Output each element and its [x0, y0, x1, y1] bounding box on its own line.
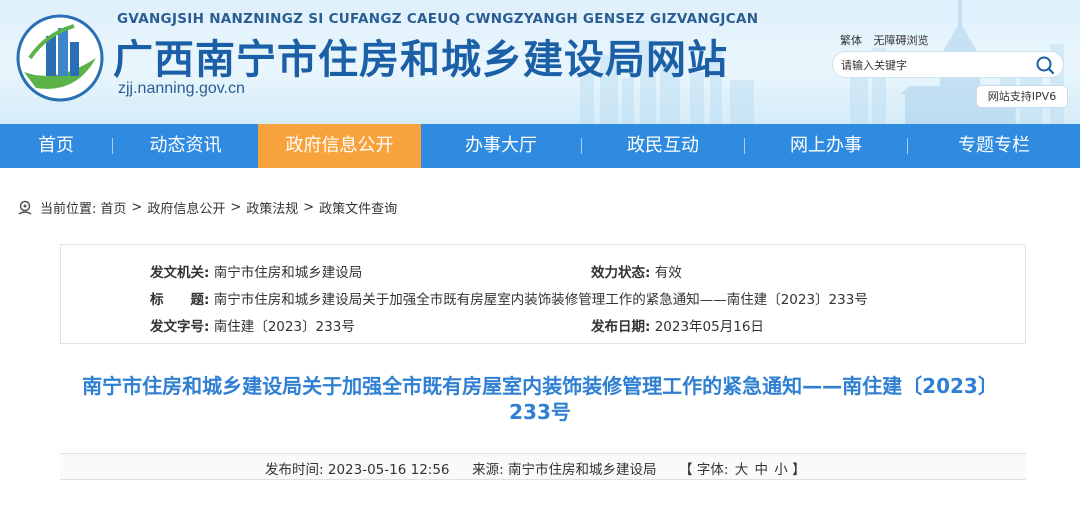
nav-item-gov-info[interactable]: 政府信息公开: [258, 124, 421, 168]
title-label: 标 题:: [150, 292, 210, 308]
article-title-line2: 233号: [509, 400, 571, 424]
accessible-browse-link[interactable]: 无障碍浏览: [874, 34, 929, 47]
location-pin-icon: [18, 200, 32, 215]
nav-item-home[interactable]: 首页: [0, 124, 112, 168]
status-label: 效力状态:: [591, 265, 651, 281]
nav-item-interaction[interactable]: 政民互动: [582, 124, 744, 168]
search-box: [832, 51, 1064, 78]
site-title: 广西南宁市住房和城乡建设局网站: [113, 37, 728, 83]
title-value: 南宁市住房和城乡建设局关于加强全市既有房屋室内装饰装修管理工作的紧急通知——南住…: [213, 292, 868, 308]
nav-item-news[interactable]: 动态资讯: [113, 124, 258, 168]
site-header: GVANGJSIH NANZNINGZ SI CUFANGZ CAEUQ CWN…: [0, 0, 1080, 124]
nav-item-special-topics[interactable]: 专题专栏: [908, 124, 1080, 168]
article-title-line1: 南宁市住房和城乡建设局关于加强全市既有房屋室内装饰装修管理工作的紧急通知——南住…: [82, 374, 998, 398]
nav-item-online-service[interactable]: 网上办事: [745, 124, 907, 168]
breadcrumb-policy-query[interactable]: 政策文件查询: [319, 198, 397, 217]
traditional-chinese-link[interactable]: 繁体: [840, 34, 862, 47]
font-size-close: 】: [792, 462, 806, 478]
docno-label: 发文字号:: [150, 319, 210, 335]
font-size-small-button[interactable]: 小: [774, 462, 788, 478]
breadcrumb-home[interactable]: 首页: [100, 198, 126, 217]
document-info-box: 发文机关: 南宁市住房和城乡建设局 效力状态: 有效 标 题: 南宁市住房和城乡…: [60, 244, 1026, 344]
article-title: 南宁市住房和城乡建设局关于加强全市既有房屋室内装饰装修管理工作的紧急通知——南住…: [40, 373, 1040, 425]
published-label: 发布时间:: [265, 462, 324, 478]
ipv6-badge: 网站支持IPV6: [976, 85, 1068, 108]
font-size-large-button[interactable]: 大: [735, 462, 749, 478]
breadcrumb-separator: >: [303, 200, 315, 215]
docno-value: 南住建〔2023〕233号: [213, 319, 355, 335]
breadcrumb-separator: >: [131, 200, 143, 215]
article-meta: 发布时间: 2023-05-16 12:56 来源: 南宁市住房和城乡建设局 【…: [265, 458, 806, 478]
info-docno: 发文字号: 南住建〔2023〕233号: [150, 315, 355, 335]
search-input[interactable]: [841, 56, 1021, 74]
info-title: 标 题: 南宁市住房和城乡建设局关于加强全市既有房屋室内装饰装修管理工作的紧急通…: [150, 288, 868, 308]
source-label: 来源:: [472, 462, 504, 478]
date-value: 2023年05月16日: [654, 319, 764, 335]
article-meta-bar: 发布时间: 2023-05-16 12:56 来源: 南宁市住房和城乡建设局 【…: [60, 453, 1026, 480]
breadcrumb-separator: >: [230, 200, 242, 215]
search-icon[interactable]: [1035, 55, 1055, 75]
breadcrumb: 当前位置: 首页 > 政府信息公开 > 政策法规 > 政策文件查询: [16, 198, 397, 217]
status-value: 有效: [654, 265, 682, 281]
breadcrumb-prefix: 当前位置:: [40, 202, 97, 217]
breadcrumb-gov-info[interactable]: 政府信息公开: [147, 198, 225, 217]
site-logo-icon: [16, 14, 104, 102]
date-label: 发布日期:: [591, 319, 651, 335]
top-links: 繁体 无障碍浏览: [840, 32, 937, 48]
main-nav: 首页 动态资讯 政府信息公开 办事大厅 政民互动 网上办事 专题专栏: [0, 124, 1080, 168]
font-size-medium-button[interactable]: 中: [755, 462, 769, 478]
info-date: 发布日期: 2023年05月16日: [591, 315, 764, 335]
source-value: 南宁市住房和城乡建设局: [507, 462, 657, 478]
font-size-open: 【 字体:: [679, 462, 729, 478]
issuer-value: 南宁市住房和城乡建设局: [213, 265, 363, 281]
published-value: 2023-05-16 12:56: [327, 462, 450, 478]
info-issuer: 发文机关: 南宁市住房和城乡建设局: [150, 261, 362, 281]
site-romanized-name: GVANGJSIH NANZNINGZ SI CUFANGZ CAEUQ CWN…: [117, 11, 759, 27]
site-domain: zjj.nanning.gov.cn: [118, 80, 245, 97]
info-status: 效力状态: 有效: [591, 261, 682, 281]
nav-item-service-hall[interactable]: 办事大厅: [421, 124, 581, 168]
breadcrumb-policy[interactable]: 政策法规: [246, 198, 298, 217]
issuer-label: 发文机关:: [150, 265, 210, 281]
